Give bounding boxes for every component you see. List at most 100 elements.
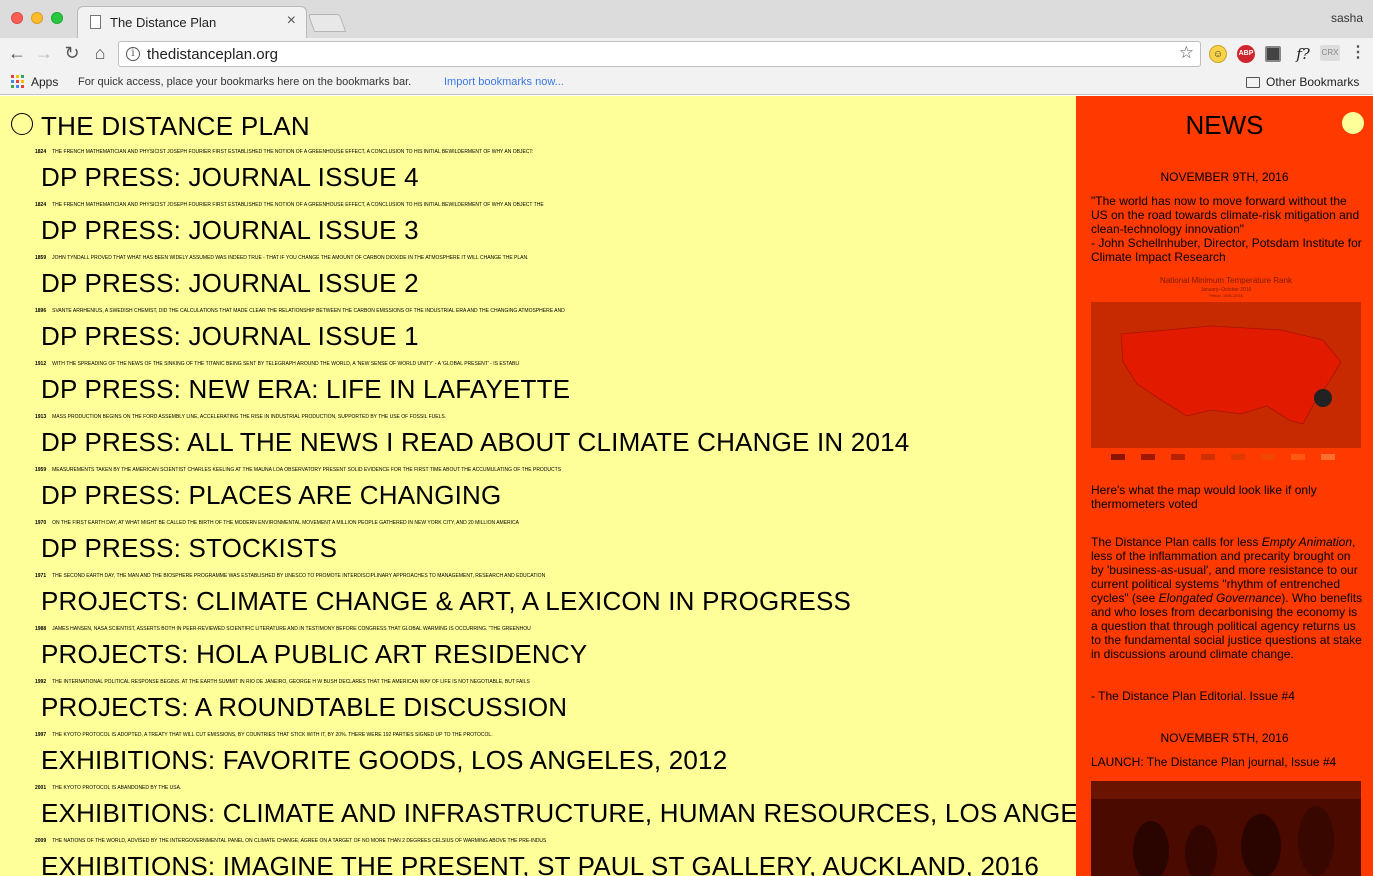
timeline-note: 1824 THE FRENCH MATHEMATICIAN AND PHYSICI… [35, 202, 544, 208]
timeline-text: MASS PRODUCTION BEGINS ON THE FORD ASSEM… [52, 414, 447, 420]
timeline-text: THE FRENCH MATHEMATICIAN AND PHYSICIST J… [52, 202, 544, 208]
nav-link[interactable]: EXHIBITIONS: FAVORITE GOODS, LOS ANGELES… [41, 744, 727, 776]
feed-entry: 1859 JOHN TYNDALL PROVED THAT WHAT HAS BE… [0, 255, 1076, 308]
feed-entry: 1896 SVANTE ARRHENIUS, A SWEDISH CHEMIST,… [0, 308, 1076, 361]
feed-entry: 1988 JAMES HANSEN, NASA SCIENTIST, ASSERT… [0, 626, 1076, 679]
timeline-text: MEASUREMENTS TAKEN BY THE AMERICAN SCIEN… [52, 467, 562, 473]
timeline-text: ON THE FIRST EARTH DAY, AT WHAT MIGHT BE… [52, 520, 519, 526]
back-icon[interactable]: ← [6, 42, 28, 64]
yellow-dot-icon[interactable] [1342, 112, 1364, 134]
editorial-part-1: The Distance Plan calls for less [1091, 535, 1262, 549]
apps-link[interactable]: Apps [31, 75, 58, 89]
browser-toolbar: ← → ↻ ⌂ i thedistanceplan.org ☆ ☺ ABP f?… [0, 38, 1373, 70]
empty-animation-link: Empty Animation [1261, 535, 1353, 549]
nav-link[interactable]: EXHIBITIONS: CLIMATE AND INFRASTRUCTURE,… [41, 797, 1076, 829]
nav-link[interactable]: DP PRESS: JOURNAL ISSUE 3 [41, 214, 419, 246]
web-page: THE DISTANCE PLAN 1824 THE FRENCH MATHEMA… [0, 96, 1373, 876]
timeline-text: JAMES HANSEN, NASA SCIENTIST, ASSERTS BO… [52, 626, 531, 632]
timeline-year: 1970 [35, 520, 47, 526]
news-attribution: - John Schellnhuber, Director, Potsdam I… [1091, 236, 1362, 264]
new-tab-button[interactable] [307, 14, 347, 32]
nav-link[interactable]: DP PRESS: JOURNAL ISSUE 1 [41, 320, 419, 352]
editorial-signature: - The Distance Plan Editorial. Issue #4 [1091, 689, 1295, 703]
apps-grid-icon[interactable] [11, 75, 25, 89]
nav-link[interactable]: DP PRESS: JOURNAL ISSUE 4 [41, 161, 419, 193]
forward-icon[interactable]: → [33, 42, 55, 64]
reload-icon[interactable]: ↻ [61, 42, 83, 64]
feed-entry: 1971 THE SECOND EARTH DAY, THE MAN AND TH… [0, 573, 1076, 626]
timeline-note: 1896 SVANTE ARRHENIUS, A SWEDISH CHEMIST,… [35, 308, 565, 314]
info-icon[interactable]: i [126, 47, 140, 61]
timeline-note: 1988 JAMES HANSEN, NASA SCIENTIST, ASSERT… [35, 626, 531, 632]
menu-icon[interactable]: ⋮ [1350, 43, 1366, 63]
timeline-text: JOHN TYNDALL PROVED THAT WHAT HAS BEEN W… [52, 255, 529, 261]
feed-entry: 1970 ON THE FIRST EARTH DAY, AT WHAT MIGH… [0, 520, 1076, 573]
launch-photo-image[interactable] [1091, 781, 1361, 876]
browser-tab-bar: The Distance Plan × sasha [0, 0, 1373, 38]
maximize-window-button[interactable] [51, 12, 63, 24]
nav-link[interactable]: DP PRESS: ALL THE NEWS I READ ABOUT CLIM… [41, 426, 909, 458]
news-date-2: NOVEMBER 5TH, 2016 [1160, 731, 1289, 745]
page-favicon-icon [90, 15, 101, 29]
timeline-feed: 1824 THE FRENCH MATHEMATICIAN AND PHYSICI… [0, 149, 1076, 876]
timeline-text: THE KYOTO PROTOCOL IS ABANDONED BY THE U… [52, 785, 182, 791]
circle-icon[interactable] [11, 113, 33, 135]
timeline-text: THE NATIONS OF THE WORLD, ADVISED BY THE… [52, 838, 547, 844]
temperature-map-image[interactable]: National Minimum Temperature Rank Januar… [1091, 274, 1361, 474]
extension-box-icon[interactable] [1265, 46, 1281, 62]
timeline-note: 1997 THE KYOTO PROTOCOL IS ADOPTED, A TRE… [35, 732, 493, 738]
map-period: Period: 1895–2016 [1209, 293, 1244, 298]
nav-link[interactable]: DP PRESS: NEW ERA: LIFE IN LAFAYETTE [41, 373, 570, 405]
minimize-window-button[interactable] [31, 12, 43, 24]
other-bookmarks-link[interactable]: Other Bookmarks [1266, 75, 1359, 89]
timeline-year: 1988 [35, 626, 47, 632]
main-column: THE DISTANCE PLAN 1824 THE FRENCH MATHEMA… [0, 96, 1076, 876]
timeline-note: 1959 MEASUREMENTS TAKEN BY THE AMERICAN S… [35, 467, 561, 473]
map-caption: Here's what the map would look like if o… [1091, 483, 1317, 511]
timeline-text: SVANTE ARRHENIUS, A SWEDISH CHEMIST, DID… [52, 308, 565, 314]
font-extension-icon[interactable]: f? [1292, 45, 1314, 63]
star-icon[interactable]: ☆ [1179, 43, 1194, 63]
url-text[interactable]: thedistanceplan.org [147, 46, 278, 63]
address-bar[interactable]: i thedistanceplan.org ☆ [118, 41, 1201, 67]
nav-link[interactable]: DP PRESS: JOURNAL ISSUE 2 [41, 267, 419, 299]
bookmarks-bar: Apps For quick access, place your bookma… [0, 70, 1373, 95]
timeline-year: 1971 [35, 573, 47, 579]
timeline-note: 1912 WITH THE SPREADING OF THE NEWS OF TH… [35, 361, 520, 367]
nav-link[interactable]: DP PRESS: STOCKISTS [41, 532, 337, 564]
nav-link[interactable]: PROJECTS: CLIMATE CHANGE & ART, A LEXICO… [41, 585, 851, 617]
home-icon[interactable]: ⌂ [89, 42, 111, 64]
adblock-extension-icon[interactable]: ABP [1237, 45, 1255, 63]
nav-link[interactable]: EXHIBITIONS: IMAGINE THE PRESENT, ST PAU… [41, 850, 1039, 876]
profile-name[interactable]: sasha [1331, 11, 1363, 25]
site-title[interactable]: THE DISTANCE PLAN [41, 111, 310, 142]
timeline-note: 1970 ON THE FIRST EARTH DAY, AT WHAT MIGH… [35, 520, 519, 526]
feed-entry: 1912 WITH THE SPREADING OF THE NEWS OF TH… [0, 361, 1076, 414]
editorial-text: The Distance Plan calls for less Empty A… [1091, 535, 1363, 661]
timeline-year: 1992 [35, 679, 47, 685]
feed-entry: 2001 THE KYOTO PROTOCOL IS ABANDONED BY T… [0, 785, 1076, 838]
tab-close-icon[interactable]: × [287, 13, 296, 29]
news-date-1: NOVEMBER 9TH, 2016 [1160, 170, 1289, 184]
nav-link[interactable]: PROJECTS: HOLA PUBLIC ART RESIDENCY [41, 638, 587, 670]
timeline-year: 1959 [35, 467, 47, 473]
timeline-text: THE INTERNATIONAL POLITICAL RESPONSE BEG… [52, 679, 530, 685]
nav-link[interactable]: DP PRESS: PLACES ARE CHANGING [41, 479, 501, 511]
import-bookmarks-link[interactable]: Import bookmarks now... [444, 76, 564, 88]
crx-extension-icon[interactable]: CRX [1320, 45, 1340, 61]
map-title: National Minimum Temperature Rank [1160, 276, 1293, 285]
emoji-extension-icon[interactable]: ☺ [1209, 45, 1227, 63]
timeline-note: 1992 THE INTERNATIONAL POLITICAL RESPONSE… [35, 679, 530, 685]
browser-tab-active[interactable]: The Distance Plan × [77, 6, 307, 38]
timeline-note: 2009 THE NATIONS OF THE WORLD, ADVISED BY… [35, 838, 546, 844]
timeline-text: THE KYOTO PROTOCOL IS ADOPTED, A TREATY … [52, 732, 493, 738]
folder-icon [1246, 77, 1260, 88]
launch-text[interactable]: LAUNCH: The Distance Plan journal, Issue… [1091, 755, 1363, 769]
nav-link[interactable]: PROJECTS: A ROUNDTABLE DISCUSSION [41, 691, 567, 723]
tab-title: The Distance Plan [110, 15, 217, 30]
feed-entry: 1913 MASS PRODUCTION BEGINS ON THE FORD A… [0, 414, 1076, 467]
close-window-button[interactable] [11, 12, 23, 24]
news-sidebar: NEWS NOVEMBER 9TH, 2016 "The world has n… [1076, 96, 1373, 876]
timeline-note: 1859 JOHN TYNDALL PROVED THAT WHAT HAS BE… [35, 255, 529, 261]
feed-entry: 2009 THE NATIONS OF THE WORLD, ADVISED BY… [0, 838, 1076, 876]
